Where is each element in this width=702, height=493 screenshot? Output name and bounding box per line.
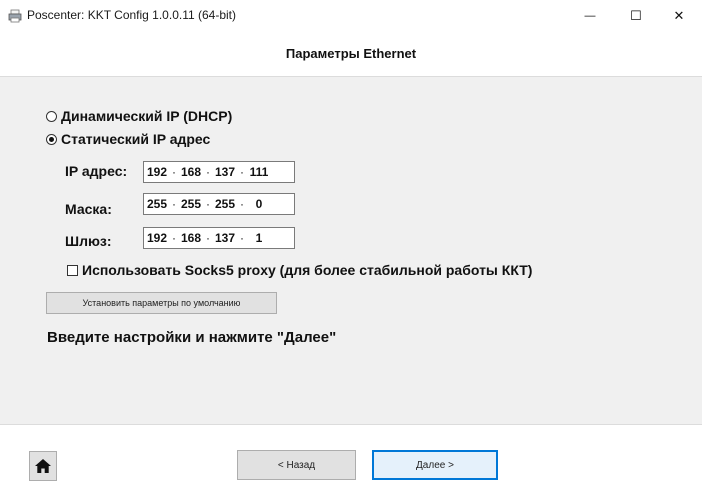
dhcp-radio[interactable]: Динамический IP (DHCP) bbox=[46, 108, 232, 124]
printer-app-icon bbox=[8, 9, 22, 23]
socks5-proxy-checkbox[interactable]: Использовать Socks5 proxy (для более ста… bbox=[67, 262, 532, 278]
gateway-input[interactable]: 192 · 168 · 137 · 1 bbox=[143, 227, 295, 249]
octet-separator: · bbox=[206, 165, 210, 179]
maximize-icon: ☐ bbox=[630, 8, 642, 23]
close-icon: ✕ bbox=[673, 8, 685, 23]
home-button[interactable] bbox=[29, 451, 57, 481]
gateway-octet-1[interactable]: 192 bbox=[144, 231, 170, 245]
content-panel bbox=[0, 77, 702, 424]
ip-octet-4[interactable]: 111 bbox=[246, 165, 272, 179]
window-title: Poscenter: KKT Config 1.0.0.11 (64-bit) bbox=[27, 8, 236, 22]
close-button[interactable]: ✕ bbox=[656, 0, 702, 32]
title-bar: Poscenter: KKT Config 1.0.0.11 (64-bit) … bbox=[0, 0, 702, 32]
minimize-icon: — bbox=[584, 10, 596, 22]
gateway-label: Шлюз: bbox=[65, 233, 112, 249]
checkbox-unchecked-icon bbox=[67, 264, 78, 276]
minimize-button[interactable]: — bbox=[567, 0, 613, 32]
static-ip-radio[interactable]: Статический IP адрес bbox=[46, 131, 210, 147]
octet-separator: · bbox=[240, 197, 244, 211]
octet-separator: · bbox=[240, 231, 244, 245]
ip-octet-1[interactable]: 192 bbox=[144, 165, 170, 179]
next-button[interactable]: Далее > bbox=[372, 450, 498, 480]
subnet-mask-input[interactable]: 255 · 255 · 255 · 0 bbox=[143, 193, 295, 215]
static-ip-radio-label: Статический IP адрес bbox=[61, 131, 211, 147]
back-button[interactable]: < Назад bbox=[237, 450, 356, 480]
mask-octet-1[interactable]: 255 bbox=[144, 197, 170, 211]
mask-octet-3[interactable]: 255 bbox=[212, 197, 238, 211]
mask-octet-4[interactable]: 0 bbox=[246, 197, 272, 211]
set-defaults-button[interactable]: Установить параметры по умолчанию bbox=[46, 292, 277, 314]
mask-label: Маска: bbox=[65, 201, 112, 217]
home-icon bbox=[35, 459, 51, 473]
gateway-octet-2[interactable]: 168 bbox=[178, 231, 204, 245]
octet-separator: · bbox=[172, 197, 176, 211]
octet-separator: · bbox=[172, 231, 176, 245]
maximize-button[interactable]: ☐ bbox=[613, 0, 659, 32]
page-title: Параметры Ethernet bbox=[285, 46, 417, 61]
radio-unchecked-icon bbox=[46, 110, 57, 122]
octet-separator: · bbox=[240, 165, 244, 179]
ip-octet-3[interactable]: 137 bbox=[212, 165, 238, 179]
octet-separator: · bbox=[206, 231, 210, 245]
octet-separator: · bbox=[206, 197, 210, 211]
radio-checked-icon bbox=[46, 133, 57, 145]
gateway-octet-3[interactable]: 137 bbox=[212, 231, 238, 245]
ip-address-label: IP адрес: bbox=[65, 163, 128, 179]
mask-octet-2[interactable]: 255 bbox=[178, 197, 204, 211]
socks5-proxy-label: Использовать Socks5 proxy (для более ста… bbox=[82, 262, 533, 278]
instruction-text: Введите настройки и нажмите "Далее" bbox=[47, 329, 337, 346]
gateway-octet-4[interactable]: 1 bbox=[246, 231, 272, 245]
octet-separator: · bbox=[172, 165, 176, 179]
ip-octet-2[interactable]: 168 bbox=[178, 165, 204, 179]
ip-address-input[interactable]: 192 · 168 · 137 · 111 bbox=[143, 161, 295, 183]
dhcp-radio-label: Динамический IP (DHCP) bbox=[61, 108, 233, 124]
